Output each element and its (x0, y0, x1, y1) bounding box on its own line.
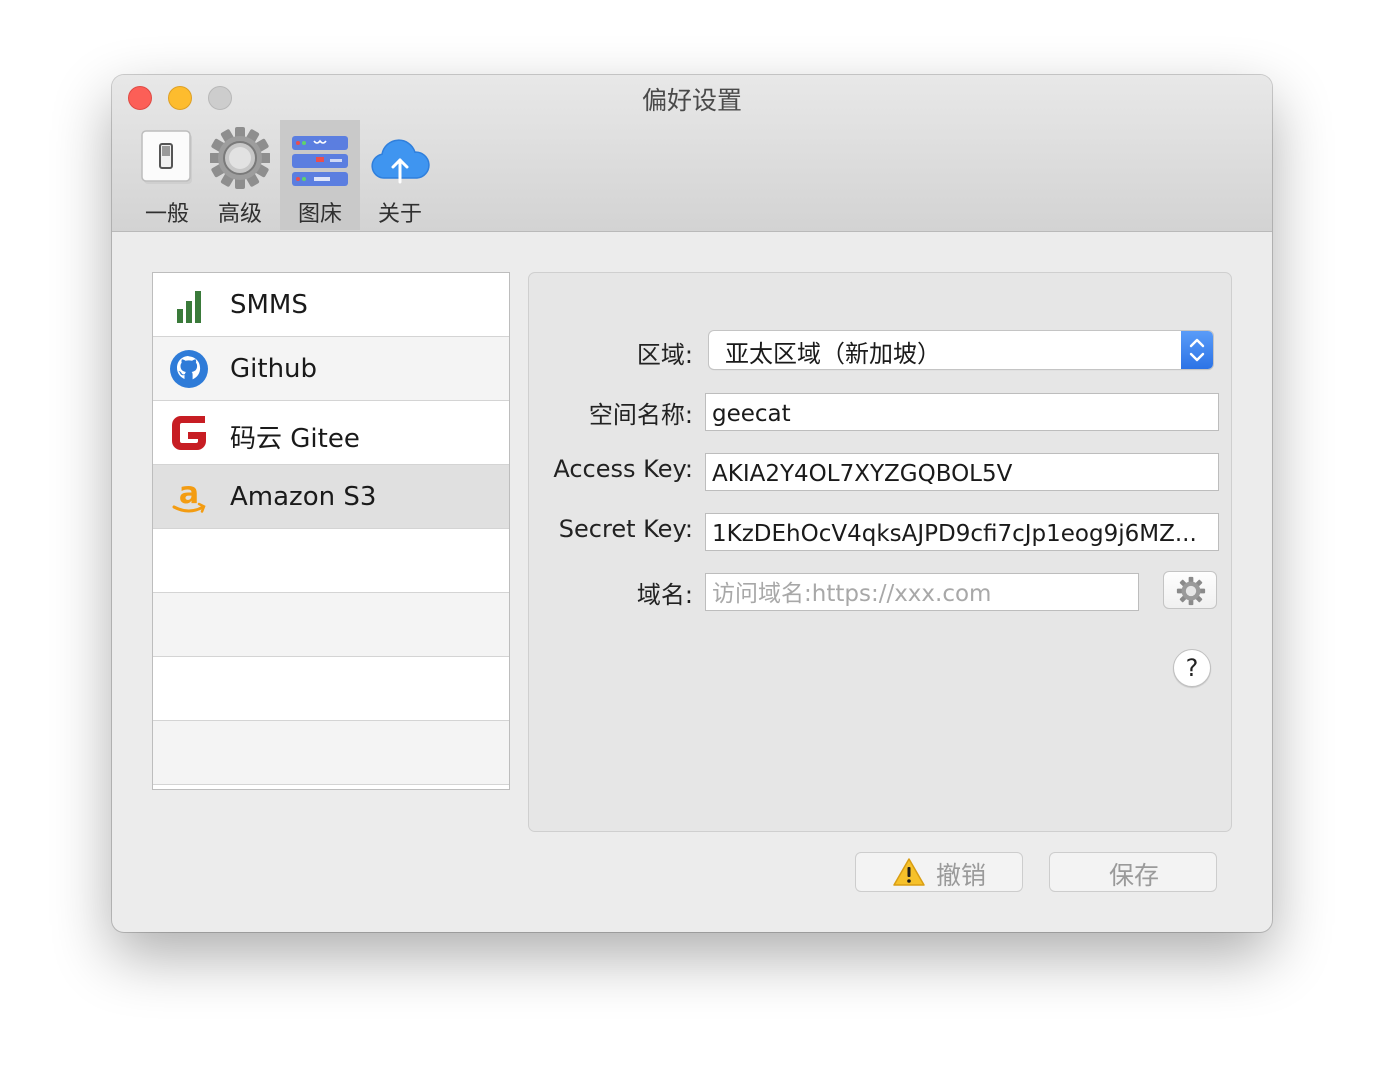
save-button[interactable]: 保存 (1049, 852, 1217, 892)
revert-label: 撤销 (936, 861, 987, 890)
tab-advanced-label: 高级 (217, 202, 262, 227)
tab-image-hosting-label: 图床 (297, 202, 342, 227)
warning-icon (893, 858, 925, 886)
list-item-label: SMMS (230, 290, 308, 320)
list-item-label: Github (230, 354, 318, 384)
region-value: 亚太区域（新加坡） (725, 340, 941, 368)
list-item-github[interactable]: Github (153, 337, 509, 401)
list-item-empty (153, 721, 509, 785)
amazon-icon: a (172, 477, 206, 513)
bucket-label: 空间名称: (588, 401, 693, 429)
region-select[interactable]: 亚太区域（新加坡） (709, 331, 1213, 369)
bucket-input[interactable] (705, 393, 1219, 431)
domain-settings-button[interactable] (1163, 571, 1217, 609)
list-item-amazon-s3[interactable]: a Amazon S3 (153, 465, 509, 529)
revert-button[interactable]: 撤销 (855, 852, 1023, 892)
select-stepper[interactable] (1181, 331, 1213, 369)
server-icon (292, 136, 348, 186)
tab-image-hosting[interactable]: 图床 (280, 120, 360, 230)
list-item-gitee[interactable]: 码云 Gitee (153, 401, 509, 465)
s3-settings-panel: 区域: 亚太区域（新加坡） 空间名称: Access Key: Secret K… (528, 272, 1232, 832)
domain-label: 域名: (636, 581, 693, 609)
uploader-list: SMMS Github 码云 Gitee a Amazon S3 (152, 272, 510, 790)
access-key-input[interactable] (705, 453, 1219, 491)
domain-input[interactable] (705, 573, 1139, 611)
list-item-label: 码云 Gitee (230, 424, 360, 454)
help-button[interactable]: ? (1173, 649, 1211, 687)
gear-icon (1176, 576, 1206, 606)
bar-chart-icon (177, 291, 201, 323)
gitee-icon (172, 416, 206, 450)
window-title: 偏好设置 (641, 86, 742, 115)
gear-icon (210, 127, 270, 189)
content-area: SMMS Github 码云 Gitee a Amazon S3 区域: 亚太区… (112, 232, 1272, 932)
preferences-window: 偏好设置 一般 高级 图床 关于 SMMS Github 码云 Gitee a … (112, 75, 1272, 932)
tab-general-label: 一般 (144, 202, 189, 227)
list-item-empty (153, 593, 509, 657)
list-item-smms[interactable]: SMMS (153, 273, 509, 337)
region-label: 区域: (636, 341, 693, 369)
github-icon (170, 350, 208, 388)
tab-about-label: 关于 (377, 202, 422, 227)
secret-key-input[interactable] (705, 513, 1219, 551)
secret-key-label: Secret Key: (558, 515, 693, 543)
save-label: 保存 (1108, 861, 1159, 890)
cloud-upload-icon (371, 139, 430, 184)
tab-advanced[interactable]: 高级 (200, 120, 280, 230)
title-bar: 偏好设置 一般 高级 图床 关于 (112, 75, 1272, 232)
tab-about[interactable]: 关于 (360, 120, 440, 230)
access-key-label: Access Key: (553, 455, 693, 483)
svg-text:a: a (179, 477, 199, 511)
list-item-empty (153, 529, 509, 593)
up-down-chevron-icon (1189, 338, 1205, 362)
tab-general[interactable]: 一般 (127, 120, 207, 230)
switch-icon (141, 130, 192, 184)
list-item-empty (153, 657, 509, 721)
list-item-label: Amazon S3 (230, 482, 377, 512)
